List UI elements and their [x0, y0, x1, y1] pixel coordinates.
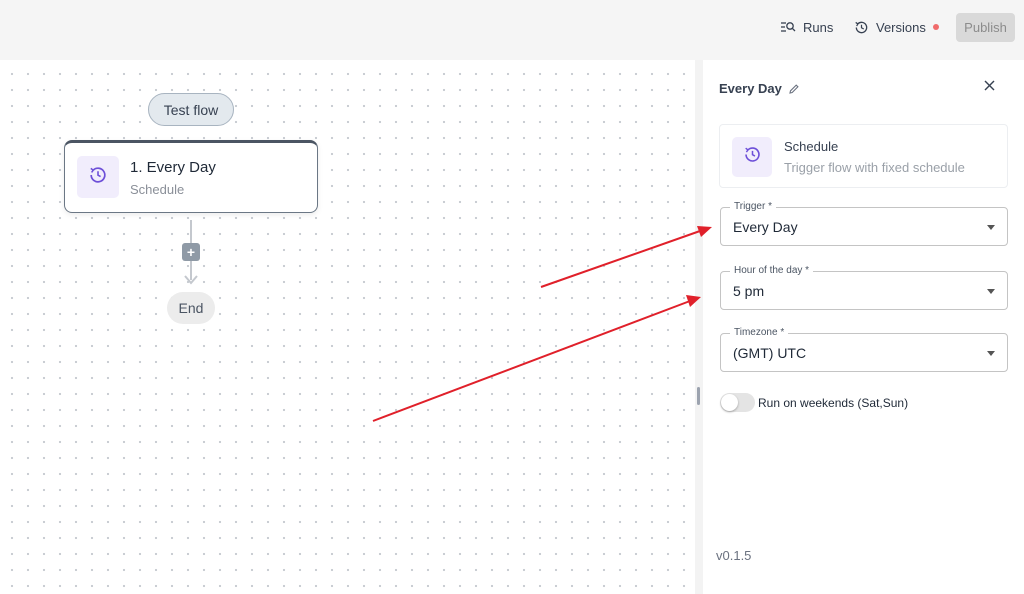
runs-button[interactable]: Runs — [780, 17, 833, 37]
test-flow-button[interactable]: Test flow — [148, 93, 234, 126]
versions-label: Versions — [876, 19, 926, 35]
add-step-button[interactable]: + — [182, 243, 200, 261]
weekends-toggle[interactable] — [720, 393, 755, 412]
hour-label: Hour of the day * — [730, 265, 814, 277]
close-panel-button[interactable] — [981, 79, 997, 95]
pencil-icon[interactable] — [788, 83, 800, 95]
step-subtitle: Schedule — [130, 182, 185, 197]
timezone-select[interactable]: Timezone * (GMT) UTC — [720, 327, 1008, 372]
trigger-select[interactable]: Trigger * Every Day — [720, 201, 1008, 246]
hour-of-day-select[interactable]: Hour of the day * 5 pm — [720, 265, 1008, 310]
top-bar: Runs Versions Publish — [0, 0, 1024, 60]
flow-canvas[interactable]: Test flow 1. Every Day Schedule + End — [0, 60, 695, 594]
summary-description: Trigger flow with fixed schedule — [784, 160, 965, 175]
runs-search-icon — [780, 19, 796, 35]
piece-summary-card: Schedule Trigger flow with fixed schedul… — [719, 124, 1008, 188]
chevron-down-icon — [987, 225, 995, 230]
publish-button[interactable]: Publish — [956, 13, 1015, 42]
versions-button[interactable]: Versions — [853, 17, 939, 37]
timezone-label: Timezone * — [730, 327, 789, 339]
panel-title-text[interactable]: Every Day — [719, 81, 782, 96]
step-settings-panel: Every Day Schedule Trigger flow with fix… — [703, 60, 1024, 594]
trigger-value: Every Day — [733, 219, 798, 235]
step-card[interactable]: 1. Every Day Schedule — [64, 140, 318, 213]
summary-title: Schedule — [784, 139, 839, 154]
trigger-label: Trigger * — [730, 201, 776, 213]
resize-handle[interactable] — [697, 387, 700, 405]
summary-icon-box — [732, 137, 772, 177]
weekends-toggle-label: Run on weekends (Sat,Sun) — [758, 396, 909, 410]
app-version: v0.1.5 — [716, 548, 752, 563]
panel-title: Every Day — [719, 81, 800, 96]
toggle-knob — [721, 394, 738, 411]
connector-arrow-icon — [184, 275, 198, 285]
chevron-down-icon — [987, 289, 995, 294]
history-icon — [853, 19, 869, 35]
panel-divider[interactable] — [695, 60, 703, 594]
hour-value: 5 pm — [733, 283, 765, 299]
end-node: End — [167, 292, 215, 324]
runs-label: Runs — [803, 19, 834, 35]
clock-icon — [743, 145, 762, 169]
close-icon — [984, 78, 995, 96]
step-title: 1. Every Day — [130, 159, 216, 176]
timezone-value: (GMT) UTC — [733, 345, 807, 361]
unpublished-dot — [932, 24, 939, 30]
step-icon-box — [77, 156, 119, 198]
clock-icon — [88, 165, 108, 190]
chevron-down-icon — [987, 351, 995, 356]
